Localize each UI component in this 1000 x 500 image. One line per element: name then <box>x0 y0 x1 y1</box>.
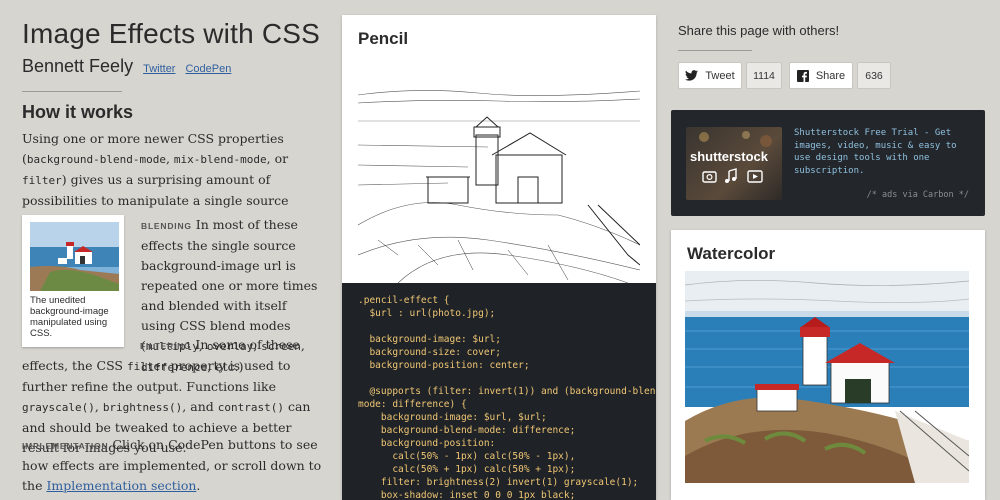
pencil-code-block: .pencil-effect { $url : url(photo.jpg); … <box>342 283 656 500</box>
facebook-share-button[interactable]: Share <box>789 62 853 89</box>
filtering-label: Filtering <box>140 341 192 351</box>
code-line: mode: difference) { <box>358 399 467 410</box>
code-line: background-position: <box>358 438 496 449</box>
code-line: filter: brightness(2) invert(1) grayscal… <box>358 477 639 488</box>
carbon-ad[interactable]: shutterstock Shutterstock Free Trial - G… <box>671 110 985 216</box>
watercolor-effect-card: Watercolor <box>671 230 985 500</box>
divider <box>22 91 122 92</box>
code-line: background-image: $url, $url; <box>358 412 547 423</box>
divider <box>678 50 752 51</box>
how-it-works-heading: How it works <box>22 102 134 122</box>
thumbnail-caption: The unedited background-image manipulate… <box>30 295 109 339</box>
pencil-card-title: Pencil <box>358 29 409 48</box>
code-line: background-size: cover; <box>358 347 501 358</box>
watercolor-effect-image <box>685 271 969 483</box>
share-heading: Share this page with others! <box>678 23 840 38</box>
implementation-paragraph: Implementation Click on CodePen buttons … <box>22 437 322 493</box>
code-line: background-image: $url; <box>358 334 501 345</box>
code-line: calc(50% - 1px) calc(50% - 1px), <box>358 451 576 462</box>
twitter-icon <box>685 70 699 81</box>
pencil-effect-card: Pencil .pencil-effect {$url: url(photo… <box>342 15 656 500</box>
code-line: background-position: center; <box>358 360 530 371</box>
share-label: Share <box>815 69 846 82</box>
share-count: 636 <box>857 62 891 89</box>
byline: Bennett Feely Twitter CodePen <box>22 56 322 77</box>
source-image-thumbnail: The unedited background-image manipulate… <box>22 215 124 347</box>
tweet-count: 1114 <box>746 62 782 89</box>
code-mix-blend-mode: mix-blend-mode <box>173 153 267 166</box>
implementation-label: Implementation <box>22 441 109 451</box>
intro-column: Image Effects with CSS Bennett Feely Twi… <box>22 18 322 493</box>
pencil-effect-image <box>358 55 640 283</box>
tweet-label: Tweet <box>705 69 735 82</box>
code-line: $url : url(photo.jpg); <box>358 308 496 319</box>
site-title: Image Effects with CSS <box>22 18 321 49</box>
code-line: calc(50% + 1px) calc(50% + 1px); <box>358 464 576 475</box>
code-filter: filter <box>22 174 62 187</box>
code-line: .pencil-effect { <box>358 295 450 306</box>
twitter-link[interactable]: Twitter <box>143 63 175 75</box>
ad-attribution[interactable]: /* ads via Carbon */ <box>867 190 969 200</box>
codepen-link[interactable]: CodePen <box>185 63 231 75</box>
tweet-button[interactable]: Tweet <box>678 62 742 89</box>
ad-image[interactable]: shutterstock <box>686 127 782 200</box>
code-line: background-blend-mode: difference; <box>358 425 576 436</box>
code-line: @supports (filter: invert(1)) and (backg… <box>358 386 656 397</box>
code-line: box-shadow: inset 0 0 0 1px black; <box>358 490 576 500</box>
lighthouse-photo <box>30 222 119 291</box>
author-name: Bennett Feely <box>22 56 134 76</box>
blending-label: Blending <box>141 221 192 231</box>
facebook-icon <box>796 69 809 82</box>
implementation-section-link[interactable]: Implementation section <box>46 478 196 493</box>
ad-text[interactable]: Shutterstock Free Trial - Get images, vi… <box>794 127 974 177</box>
watercolor-card-title: Watercolor <box>687 244 776 263</box>
code-background-blend-mode: background-blend-mode <box>26 153 166 166</box>
